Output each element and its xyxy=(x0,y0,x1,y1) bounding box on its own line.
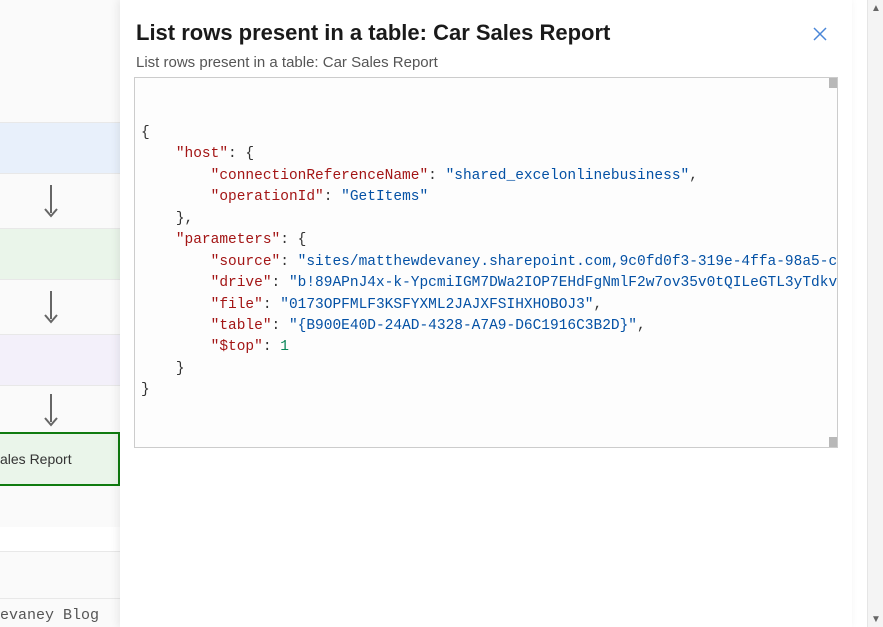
close-icon xyxy=(812,26,828,42)
arrow-down-icon xyxy=(42,185,60,221)
flow-canvas-background: ales Report evaney Blog xyxy=(0,0,120,627)
close-button[interactable] xyxy=(806,20,834,48)
flow-step-label: ales Report xyxy=(0,451,72,467)
scrollbar-thumb-bottom[interactable] xyxy=(829,437,837,447)
flow-step-purple[interactable] xyxy=(0,334,120,386)
flow-step-selected[interactable]: ales Report xyxy=(0,432,120,486)
panel-title: List rows present in a table: Car Sales … xyxy=(136,20,610,46)
flow-step-green[interactable] xyxy=(0,228,120,280)
peek-code-panel: List rows present in a table: Car Sales … xyxy=(120,0,852,627)
scrollbar-thumb-top[interactable] xyxy=(829,78,837,88)
flow-footer-row: evaney Blog xyxy=(0,598,120,627)
scroll-down-icon[interactable]: ▼ xyxy=(868,611,883,627)
page-scrollbar[interactable]: ▲ ▼ xyxy=(867,0,883,627)
scroll-up-icon[interactable]: ▲ xyxy=(868,0,883,16)
panel-subtitle: List rows present in a table: Car Sales … xyxy=(134,54,838,75)
code-viewer[interactable]: { "host": { "connectionReferenceName": "… xyxy=(134,77,838,448)
arrow-down-icon xyxy=(42,394,60,430)
arrow-down-icon xyxy=(42,291,60,327)
flow-step-blue[interactable] xyxy=(0,122,120,174)
panel-header: List rows present in a table: Car Sales … xyxy=(134,14,838,54)
flow-step-divider xyxy=(0,527,120,552)
flow-footer-label: evaney Blog xyxy=(0,607,99,624)
